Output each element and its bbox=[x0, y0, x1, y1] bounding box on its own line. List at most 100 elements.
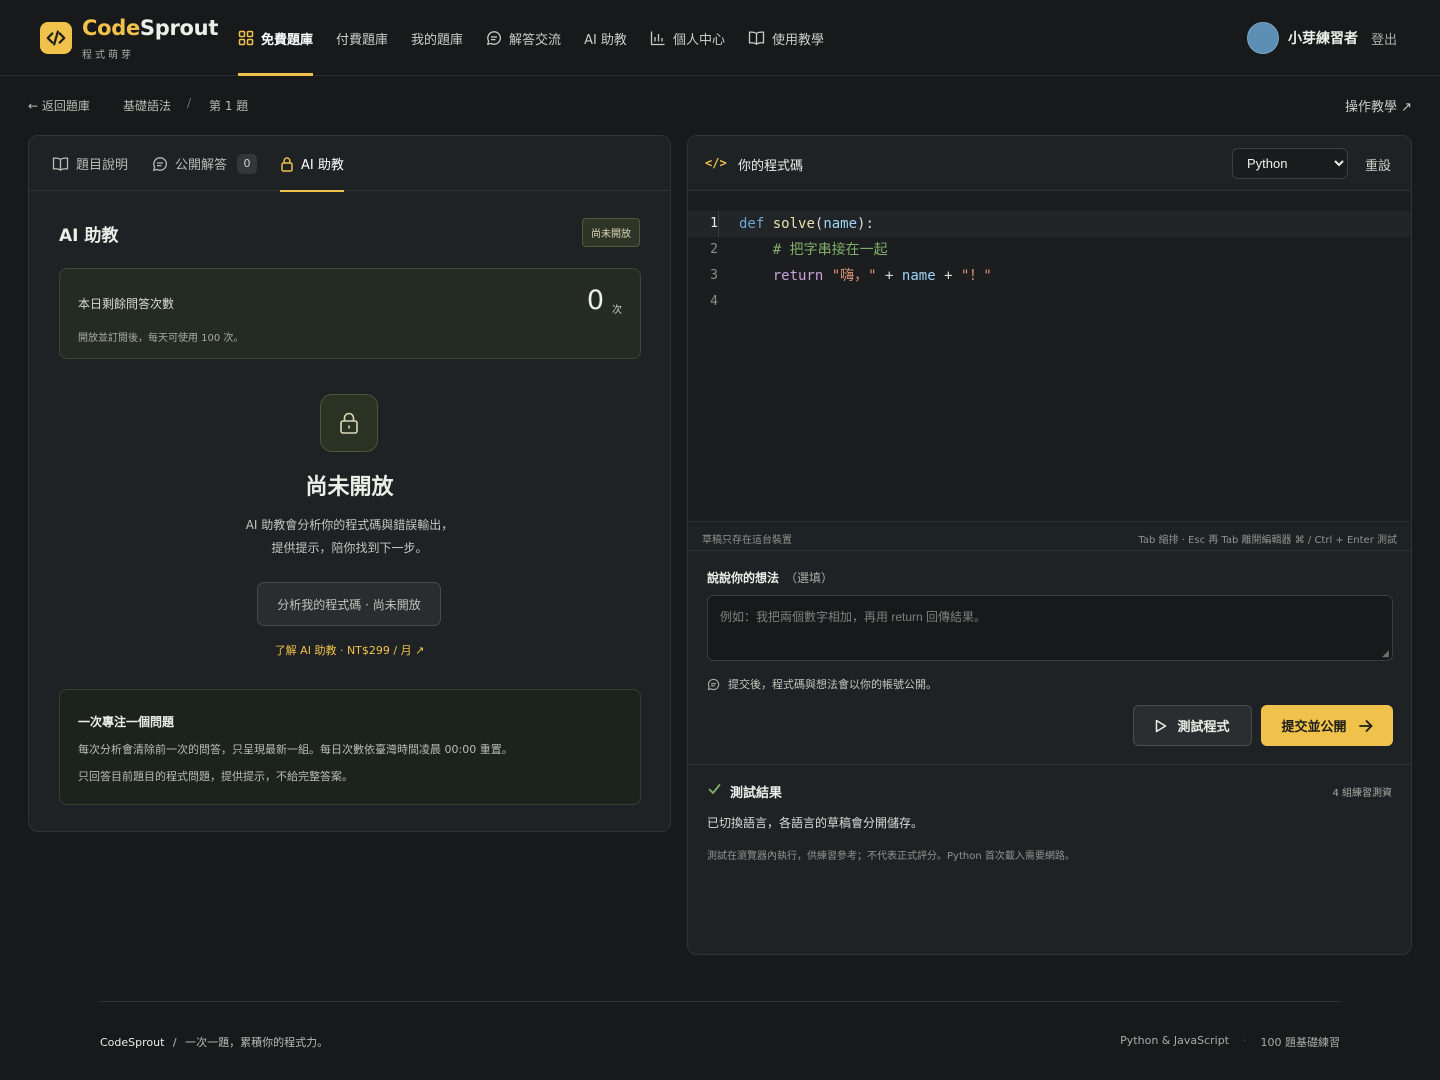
check-icon bbox=[708, 784, 721, 794]
breadcrumb-separator: / bbox=[187, 96, 192, 110]
quota-unit: 次 bbox=[612, 305, 622, 316]
problem-tabs: 題目說明 公開解答 0 AI 助教 bbox=[29, 136, 670, 192]
nav-profile[interactable]: 個人中心 bbox=[650, 0, 725, 76]
editor-title: 你的程式碼 bbox=[738, 159, 804, 174]
book-icon bbox=[748, 31, 765, 46]
grid-icon bbox=[238, 30, 254, 46]
tab-public-solutions[interactable]: 公開解答 0 bbox=[152, 136, 258, 191]
nav-label: 使用教學 bbox=[771, 32, 824, 48]
footer-dot: · bbox=[1243, 1034, 1247, 1047]
code-token: name bbox=[823, 216, 858, 232]
line-number: 2 bbox=[710, 242, 718, 257]
tutorial-link[interactable]: 操作教學 ↗ bbox=[1345, 96, 1412, 115]
breadcrumb-current: 第 1 題 bbox=[209, 99, 249, 113]
quota-label: 本日剩餘問答次數 bbox=[78, 297, 175, 311]
nav-solution-exchange[interactable]: 解答交流 bbox=[486, 0, 561, 76]
code-line[interactable]: 1 def solve(name): bbox=[688, 211, 1411, 237]
language-select[interactable]: Python JavaScript bbox=[1232, 148, 1348, 179]
tab-ai-tutor[interactable]: AI 助教 bbox=[280, 136, 344, 192]
ai-tutor-title: AI 助教 bbox=[59, 226, 119, 246]
editor-status-bar: 草稿只存在這台裝置 Tab 縮排 · Esc 再 Tab 離開編輯器 ⌘ / C… bbox=[688, 521, 1411, 551]
submit-public-button[interactable]: 提交並公開 bbox=[1261, 705, 1393, 746]
locked-description-line: 提供提示，陪你找到下一步。 bbox=[271, 541, 428, 555]
code-token: + bbox=[885, 268, 894, 284]
chat-icon bbox=[707, 678, 720, 690]
tab-label: AI 助教 bbox=[301, 158, 344, 173]
problem-panel: 題目說明 公開解答 0 AI 助教 AI 助教 尚未開放 本日剩餘問答次數 開放… bbox=[28, 135, 671, 832]
code-token: return bbox=[772, 268, 824, 284]
code-line[interactable]: 3 return "嗨，" + name + "！" bbox=[688, 263, 1411, 289]
footer-separator: / bbox=[172, 1036, 177, 1049]
quota-note: 開放並訂閱後，每天可使用 100 次。 bbox=[78, 333, 244, 344]
brand-name[interactable]: CodeSprout bbox=[82, 16, 218, 40]
user-name[interactable]: 小芽練習者 bbox=[1288, 28, 1358, 48]
arrow-right-icon bbox=[1358, 719, 1372, 732]
chat-icon bbox=[152, 156, 167, 171]
footer-info: Python & JavaScript · 100 題基礎練習 bbox=[1120, 1034, 1340, 1050]
keyboard-hints: Tab 縮排 · Esc 再 Tab 離開編輯器 ⌘ / Ctrl + Ente… bbox=[1138, 535, 1397, 546]
logo-code-icon[interactable] bbox=[40, 22, 72, 54]
public-note-text: 提交後，程式碼與想法會以你的帳號公開。 bbox=[728, 678, 937, 691]
nav-paid-problems[interactable]: 付費題庫 bbox=[336, 0, 388, 76]
bar-chart-icon bbox=[650, 31, 665, 46]
nav-label: 個人中心 bbox=[672, 32, 725, 48]
code-line[interactable]: 4 bbox=[688, 289, 1411, 315]
code-comment: # 把字串接在一起 bbox=[772, 242, 888, 258]
brand-subtitle: 程式萌芽 bbox=[82, 50, 134, 61]
back-to-problems-link[interactable]: ← 返回題庫 bbox=[28, 97, 90, 114]
results-note: 測試在瀏覽器內執行，供練習參考；不代表正式評分。Python 首次載入需要網路。 bbox=[707, 851, 1075, 862]
nav-label: 付費題庫 bbox=[336, 32, 389, 48]
draft-note: 草稿只存在這台裝置 bbox=[702, 535, 792, 546]
lock-icon bbox=[320, 394, 378, 452]
nav-tutorial[interactable]: 使用教學 bbox=[748, 0, 824, 76]
editor-header: </> 你的程式碼 Python JavaScript 重設 bbox=[688, 136, 1411, 191]
focus-info-card: 一次專注一個問題 每次分析會清除前一次的問答，只呈現最新一組。每日次數依臺灣時間… bbox=[59, 689, 641, 805]
locked-description-line: AI 助教會分析你的程式碼與錯誤輸出， bbox=[245, 518, 454, 532]
thoughts-textarea[interactable] bbox=[707, 595, 1393, 661]
code-token: def bbox=[739, 216, 765, 232]
line-number: 4 bbox=[710, 294, 718, 309]
chat-icon bbox=[486, 31, 502, 46]
footer-languages: Python & JavaScript bbox=[1120, 1034, 1229, 1047]
nav-label: AI 助教 bbox=[584, 32, 627, 48]
play-icon bbox=[1156, 719, 1167, 732]
main-nav: 免費題庫 付費題庫 我的題庫 解答交流 AI 助教 個人中心 使用教學 bbox=[238, 0, 847, 76]
code-editor[interactable]: 1 def solve(name): 2 # 把字串接在一起 3 return … bbox=[688, 191, 1411, 521]
button-label: 提交並公開 bbox=[1281, 720, 1347, 735]
daily-quota-card: 本日剩餘問答次數 開放並訂閱後，每天可使用 100 次。 0 次 bbox=[59, 268, 641, 359]
line-number: 1 bbox=[710, 216, 718, 231]
locked-heading: 尚未開放 bbox=[305, 475, 394, 500]
nav-my-problems[interactable]: 我的題庫 bbox=[411, 0, 463, 76]
lock-icon bbox=[281, 156, 293, 172]
line-number: 3 bbox=[710, 268, 718, 283]
reset-button[interactable]: 重設 bbox=[1365, 155, 1391, 174]
learn-ai-tutor-link[interactable]: 了解 AI 助教 · NT$299 / 月 ↗ bbox=[29, 642, 670, 658]
footer-brand-name: CodeSprout bbox=[100, 1036, 165, 1049]
nav-free-problems[interactable]: 免費題庫 bbox=[238, 0, 314, 76]
book-icon bbox=[52, 156, 69, 171]
code-token: + bbox=[944, 268, 953, 284]
nav-ai-tutor[interactable]: AI 助教 bbox=[584, 0, 627, 76]
nav-label: 解答交流 bbox=[509, 32, 562, 48]
analyze-code-button[interactable]: 分析我的程式碼 · 尚未開放 bbox=[257, 582, 441, 626]
focus-text: 每次分析會清除前一次的問答，只呈現最新一組。每日次數依臺灣時間凌晨 00:00 … bbox=[78, 743, 513, 756]
test-code-button[interactable]: 測試程式 bbox=[1133, 705, 1252, 746]
thoughts-label: 說說你的想法 （選填） bbox=[707, 571, 834, 585]
code-token: ): bbox=[857, 216, 874, 232]
footer-brand: CodeSprout / 一次一題，累積你的程式力。 bbox=[100, 1034, 328, 1050]
code-line[interactable]: 2 # 把字串接在一起 bbox=[688, 237, 1411, 263]
resize-handle[interactable]: ◢ bbox=[1382, 649, 1389, 659]
logout-link[interactable]: 登出 bbox=[1371, 29, 1397, 48]
tab-description[interactable]: 題目說明 bbox=[52, 136, 128, 191]
code-string: "嗨，" bbox=[831, 268, 877, 284]
nav-label: 免費題庫 bbox=[261, 32, 314, 48]
avatar[interactable] bbox=[1247, 22, 1279, 54]
breadcrumb-category[interactable]: 基礎語法 bbox=[123, 97, 171, 114]
top-navigation: CodeSprout 程式萌芽 免費題庫 付費題庫 我的題庫 解答交流 AI 助… bbox=[0, 0, 1440, 76]
solution-count-badge: 0 bbox=[237, 153, 258, 174]
test-results-section: 測試結果 4 組練習測資 已切換語言，各語言的草稿會分開儲存。 測試在瀏覽器內執… bbox=[688, 764, 1411, 954]
public-note: 提交後，程式碼與想法會以你的帳號公開。 bbox=[707, 676, 937, 692]
results-message: 已切換語言，各語言的草稿會分開儲存。 bbox=[707, 816, 924, 830]
code-panel: </> 你的程式碼 Python JavaScript 重設 1 def sol… bbox=[687, 135, 1412, 955]
button-label: 測試程式 bbox=[1177, 720, 1230, 735]
